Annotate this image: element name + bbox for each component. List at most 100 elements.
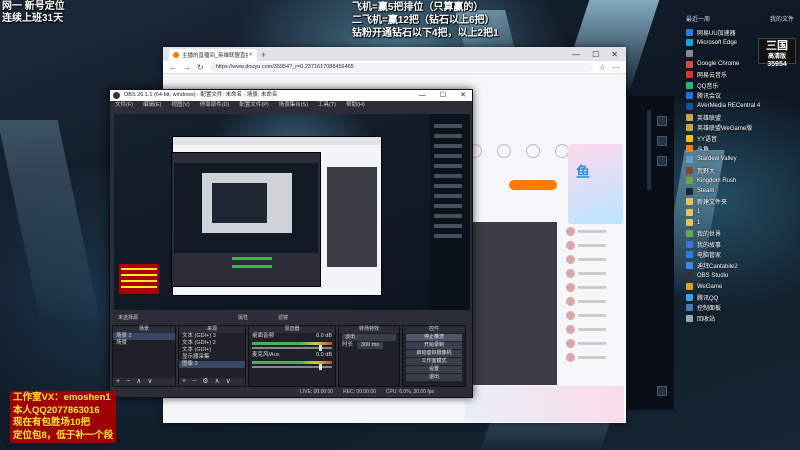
settings-button[interactable]: 设置 bbox=[406, 366, 462, 373]
desktop-shortcut[interactable]: 荒野大 bbox=[686, 165, 800, 176]
desktop-shortcut[interactable]: OBS Studio bbox=[686, 271, 800, 282]
add-icon[interactable]: + bbox=[116, 378, 120, 386]
down-icon[interactable]: ∨ bbox=[226, 378, 231, 386]
obs-preview[interactable] bbox=[114, 114, 470, 310]
desktop-shortcut[interactable]: 电脑管家 bbox=[686, 249, 800, 260]
refresh-icon[interactable]: ↻ bbox=[197, 63, 204, 72]
volume-slider[interactable] bbox=[252, 345, 332, 351]
desktop-shortcut[interactable]: 斗鱼 bbox=[686, 144, 800, 155]
list-item[interactable] bbox=[566, 336, 624, 350]
menu-edit[interactable]: 编辑(E) bbox=[143, 101, 161, 110]
app-icon bbox=[686, 283, 693, 291]
action-icon[interactable] bbox=[526, 144, 540, 158]
remove-icon[interactable]: − bbox=[192, 378, 196, 386]
menu-view[interactable]: 视图(V) bbox=[171, 101, 189, 110]
menu-docks[interactable]: 停靠部件(D) bbox=[200, 101, 230, 110]
forward-icon[interactable]: → bbox=[183, 63, 191, 72]
menu-file[interactable]: 文件(F) bbox=[115, 101, 133, 110]
desktop-shortcut[interactable]: YY语音 bbox=[686, 133, 800, 144]
action-icon[interactable] bbox=[555, 144, 569, 158]
list-item[interactable] bbox=[566, 322, 624, 336]
favorites-icon[interactable]: ☆ bbox=[599, 63, 606, 72]
browser-tab[interactable]: 主播的直播间_英雄联盟直播_斗鱼 ✕ bbox=[169, 49, 257, 61]
duration-input[interactable]: 300 ms bbox=[357, 342, 384, 349]
properties-button[interactable]: 属性 bbox=[238, 314, 248, 321]
list-item[interactable] bbox=[566, 252, 624, 266]
overlay-line: 连续上班31天 bbox=[2, 13, 64, 24]
new-tab-button[interactable]: + bbox=[261, 49, 266, 61]
promo-banner[interactable]: 鱼 bbox=[568, 144, 623, 224]
desktop-shortcut[interactable]: Steam bbox=[686, 186, 800, 197]
desktop-shortcut[interactable]: 腾讯QQ bbox=[686, 292, 800, 303]
follow-button[interactable] bbox=[509, 180, 557, 190]
close-button[interactable]: ✕ bbox=[460, 90, 466, 101]
desktop-shortcut[interactable]: Stardew Valley bbox=[686, 154, 800, 165]
desktop-shortcut[interactable]: 网易云音乐 bbox=[686, 69, 800, 80]
start-recording-button[interactable]: 开始录制 bbox=[406, 342, 462, 349]
source-item[interactable]: 文本 (GDI+) 2 bbox=[179, 340, 245, 347]
remove-icon[interactable]: − bbox=[126, 378, 130, 386]
scene-item[interactable]: 场景 2 bbox=[113, 333, 175, 340]
desktop-shortcut[interactable]: 迪拜Cantabile2 bbox=[686, 260, 800, 271]
list-item[interactable] bbox=[566, 294, 624, 308]
stop-streaming-button[interactable]: 停止推流 bbox=[406, 334, 462, 341]
desktop-shortcut[interactable]: 网易UU加速器 bbox=[686, 27, 800, 38]
browser-toolbar: ← → ↻ https://www.douyu.com/35954?_r=0.2… bbox=[163, 61, 626, 74]
desktop-shortcut[interactable]: QQ音乐 bbox=[686, 80, 800, 91]
desktop-shortcut[interactable]: 控制面板 bbox=[686, 302, 800, 313]
up-icon[interactable]: ∧ bbox=[214, 378, 219, 386]
down-icon[interactable]: ∨ bbox=[147, 378, 152, 386]
desktop-shortcut[interactable]: 腾讯会议 bbox=[686, 91, 800, 102]
minimize-button[interactable]: — bbox=[572, 49, 580, 61]
desktop-shortcut[interactable]: 我的故事 bbox=[686, 239, 800, 250]
transition-select[interactable]: 淡出 bbox=[342, 334, 396, 341]
add-icon[interactable]: + bbox=[182, 378, 186, 386]
list-item[interactable] bbox=[566, 308, 624, 322]
list-item[interactable] bbox=[566, 224, 624, 238]
minimize-button[interactable]: — bbox=[419, 90, 426, 101]
desktop-shortcut[interactable]: 回收站 bbox=[686, 313, 800, 324]
close-button[interactable]: ✕ bbox=[611, 49, 618, 61]
sanguo-badge[interactable]: 三国 高清版 35954 bbox=[758, 38, 796, 68]
menu-help[interactable]: 帮助(H) bbox=[346, 101, 365, 110]
desktop-shortcut[interactable]: 1 bbox=[686, 218, 800, 229]
maximize-button[interactable]: ☐ bbox=[440, 90, 446, 101]
menu-profile[interactable]: 配置文件(P) bbox=[239, 101, 268, 110]
source-item[interactable]: 文本 (GDI+) 3 bbox=[179, 333, 245, 340]
desktop-shortcut[interactable]: AVerMedia RECentral 4 bbox=[686, 101, 800, 112]
volume-slider[interactable] bbox=[252, 364, 332, 370]
studio-mode-button[interactable]: 工作室模式 bbox=[406, 358, 462, 365]
scene-item[interactable]: 场景 bbox=[113, 340, 175, 347]
list-item[interactable] bbox=[566, 238, 624, 252]
list-item[interactable] bbox=[566, 350, 624, 364]
source-item[interactable]: 图像 2 bbox=[179, 361, 245, 368]
obs-menubar: 文件(F) 编辑(E) 视图(V) 停靠部件(D) 配置文件(P) 场景集合(S… bbox=[110, 101, 472, 110]
gear-icon[interactable]: ⚙ bbox=[202, 378, 208, 386]
desktop-shortcut[interactable]: 英雄联盟 bbox=[686, 112, 800, 123]
source-item[interactable]: 显示器采集 bbox=[179, 354, 245, 361]
nested-browser-window bbox=[171, 136, 382, 296]
back-icon[interactable]: ← bbox=[169, 63, 177, 72]
desktop-shortcut[interactable]: 我的世界 bbox=[686, 228, 800, 239]
desktop-shortcut[interactable]: 新建文件夹 bbox=[686, 197, 800, 208]
desktop-shortcut[interactable]: 1 bbox=[686, 207, 800, 218]
source-item[interactable]: 文本 (GDI+) bbox=[179, 347, 245, 354]
menu-tools[interactable]: 工具(T) bbox=[318, 101, 336, 110]
desktop-shortcut[interactable]: Kingdom Rush bbox=[686, 175, 800, 186]
page-action-icons bbox=[468, 144, 569, 158]
virtual-camera-button[interactable]: 启动虚拟摄像机 bbox=[406, 350, 462, 357]
menu-scene-collection[interactable]: 场景集合(S) bbox=[279, 101, 308, 110]
address-bar[interactable]: https://www.douyu.com/35954?_r=0.2371617… bbox=[209, 62, 593, 72]
desktop-shortcut[interactable]: 英雄联盟WeGame版 bbox=[686, 122, 800, 133]
action-icon[interactable] bbox=[497, 144, 511, 158]
app-icon bbox=[686, 71, 693, 79]
maximize-button[interactable]: ☐ bbox=[592, 49, 599, 61]
tab-close-icon[interactable]: ✕ bbox=[248, 52, 253, 58]
exit-button[interactable]: 退出 bbox=[406, 374, 462, 381]
list-item[interactable] bbox=[566, 266, 624, 280]
up-icon[interactable]: ∧ bbox=[136, 378, 141, 386]
filters-button[interactable]: 滤镜 bbox=[278, 314, 288, 321]
desktop-shortcut[interactable]: WeGame bbox=[686, 281, 800, 292]
more-icon[interactable]: ⋯ bbox=[612, 63, 620, 72]
list-item[interactable] bbox=[566, 280, 624, 294]
